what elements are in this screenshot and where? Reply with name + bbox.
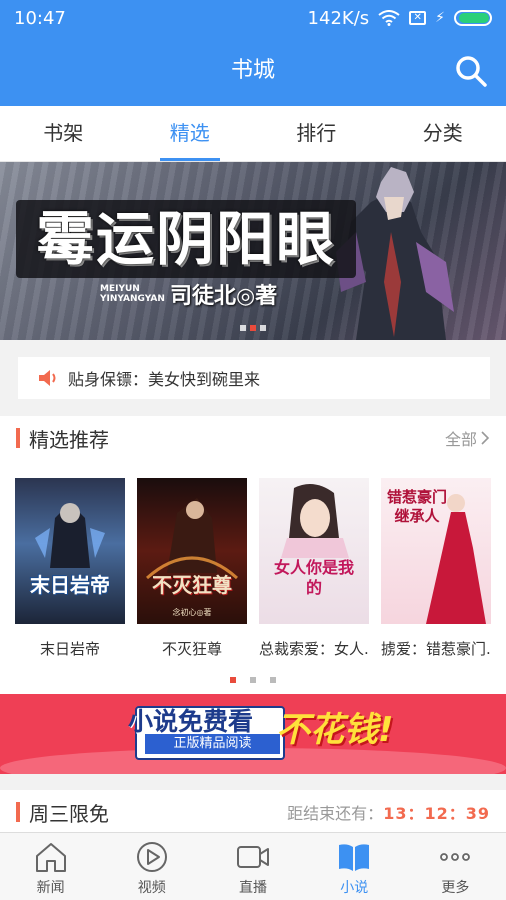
nav-more[interactable]: 更多 bbox=[405, 833, 506, 900]
book-icon bbox=[339, 844, 370, 871]
book-cover-title: 女人你是我的 bbox=[273, 558, 354, 597]
nav-news-label: 新闻 bbox=[36, 880, 65, 896]
more-dots-icon bbox=[440, 853, 471, 861]
tab-bookshelf[interactable]: 书架 bbox=[0, 106, 127, 161]
book-cover-author: 念初心◎著 bbox=[172, 608, 212, 617]
countdown-time: 13：12：39 bbox=[383, 804, 490, 823]
nav-live-label: 直播 bbox=[239, 880, 267, 896]
limited-header: 周三限免 距结束还有：13：12：39 bbox=[0, 790, 506, 834]
cover-art bbox=[146, 498, 238, 580]
chevron-right-icon bbox=[481, 431, 490, 445]
tab-category[interactable]: 分类 bbox=[380, 106, 506, 161]
book-card[interactable]: 末日岩帝 末日岩帝 bbox=[15, 478, 125, 659]
book-title: 末日岩帝 bbox=[39, 640, 100, 658]
banner-author: 司徒北◎著 bbox=[170, 283, 278, 309]
banner-pinyin-1: MEIYUN bbox=[100, 284, 140, 294]
play-icon bbox=[136, 842, 167, 872]
banner-dot-active[interactable] bbox=[250, 325, 256, 331]
book-cover-title: 错惹豪门继承人 bbox=[387, 488, 448, 525]
book-cover-title: 末日岩帝 bbox=[30, 573, 110, 597]
network-speed: 142K/s bbox=[307, 7, 370, 29]
countdown-label: 距结束还有： bbox=[287, 804, 384, 823]
view-all-link[interactable]: 全部 bbox=[445, 426, 490, 450]
banner-dot[interactable] bbox=[260, 325, 266, 331]
cover-art bbox=[281, 484, 349, 558]
nav-video[interactable]: 视频 bbox=[101, 833, 202, 900]
featured-dot-active[interactable] bbox=[230, 677, 236, 683]
speaker-icon bbox=[39, 370, 56, 386]
announcement-bar[interactable]: 贴身保镖：美女快到碗里来 bbox=[18, 357, 490, 399]
camera-icon bbox=[237, 846, 269, 868]
nav-live[interactable]: 直播 bbox=[202, 833, 303, 900]
banner-dot[interactable] bbox=[240, 325, 246, 331]
book-title: 不灭狂尊 bbox=[161, 640, 222, 658]
announcement-text: 贴身保镖：美女快到碗里来 bbox=[68, 370, 261, 389]
promo-highlight: 不花钱! bbox=[276, 710, 394, 750]
featured-dot[interactable] bbox=[250, 677, 256, 683]
tab-ranking[interactable]: 排行 bbox=[253, 106, 380, 161]
promo-banner[interactable]: 小说免费看 不花钱! 正版精品阅读 bbox=[0, 694, 506, 774]
banner-title: 霉运阴阳眼 bbox=[16, 200, 356, 278]
countdown: 距结束还有：13：12：39 bbox=[287, 800, 490, 824]
book-card[interactable]: 女人你是我的 总裁索爱：女人... bbox=[259, 478, 369, 659]
wifi-icon bbox=[378, 10, 400, 26]
book-title: 总裁索爱：女人... bbox=[259, 640, 369, 658]
book-card[interactable]: 错惹豪门继承人 掳爱：错惹豪门... bbox=[381, 478, 491, 659]
nav-news[interactable]: 新闻 bbox=[0, 833, 101, 900]
book-title: 掳爱：错惹豪门... bbox=[381, 640, 491, 658]
featured-header: 精选推荐 全部 bbox=[0, 416, 506, 460]
cover-art bbox=[35, 503, 105, 568]
banner-carousel[interactable]: 霉运阴阳眼 MEIYUN YINYANGYAN 司徒北◎著 bbox=[0, 162, 506, 340]
book-cover: 错惹豪门继承人 bbox=[381, 478, 491, 624]
featured-indicator bbox=[230, 677, 276, 683]
banner-indicator bbox=[240, 325, 266, 331]
charging-icon: ⚡ bbox=[435, 10, 445, 26]
featured-dot[interactable] bbox=[270, 677, 276, 683]
book-cover: 末日岩帝 bbox=[15, 478, 125, 624]
book-cover-title: 不灭狂尊 bbox=[152, 573, 232, 597]
book-cover: 不灭狂尊 念初心◎著 bbox=[137, 478, 247, 624]
battery-icon bbox=[454, 10, 492, 26]
nav-novel[interactable]: 小说 bbox=[304, 833, 405, 900]
status-time: 10:47 bbox=[14, 7, 66, 29]
banner-pinyin: MEIYUN YINYANGYAN bbox=[100, 284, 165, 304]
page-title: 书城 bbox=[230, 58, 275, 83]
nav-novel-label: 小说 bbox=[340, 880, 369, 896]
top-tabs: 书架 精选 排行 分类 bbox=[0, 106, 506, 162]
search-icon[interactable] bbox=[454, 54, 488, 88]
section-marker bbox=[16, 428, 20, 448]
banner-pinyin-2: YINYANGYAN bbox=[100, 294, 165, 304]
book-cover: 女人你是我的 bbox=[259, 478, 369, 624]
featured-title: 精选推荐 bbox=[29, 427, 109, 452]
no-sim-icon: ✕ bbox=[409, 11, 427, 25]
nav-more-label: 更多 bbox=[441, 880, 470, 896]
bottom-nav: 新闻 视频 直播 小说 更多 bbox=[0, 832, 506, 900]
status-bar: 10:47 142K/s ✕ ⚡ bbox=[0, 0, 506, 36]
view-all-label: 全部 bbox=[444, 430, 477, 449]
app-header: 书城 bbox=[0, 36, 506, 106]
nav-video-label: 视频 bbox=[137, 880, 166, 896]
home-icon bbox=[35, 843, 66, 872]
book-card[interactable]: 不灭狂尊 念初心◎著 不灭狂尊 bbox=[137, 478, 247, 659]
section-marker bbox=[16, 802, 20, 822]
tab-featured[interactable]: 精选 bbox=[127, 106, 254, 161]
promo-subline: 正版精品阅读 bbox=[145, 734, 280, 754]
limited-title: 周三限免 bbox=[29, 801, 109, 826]
promo-headline: 小说免费看 bbox=[128, 707, 254, 736]
